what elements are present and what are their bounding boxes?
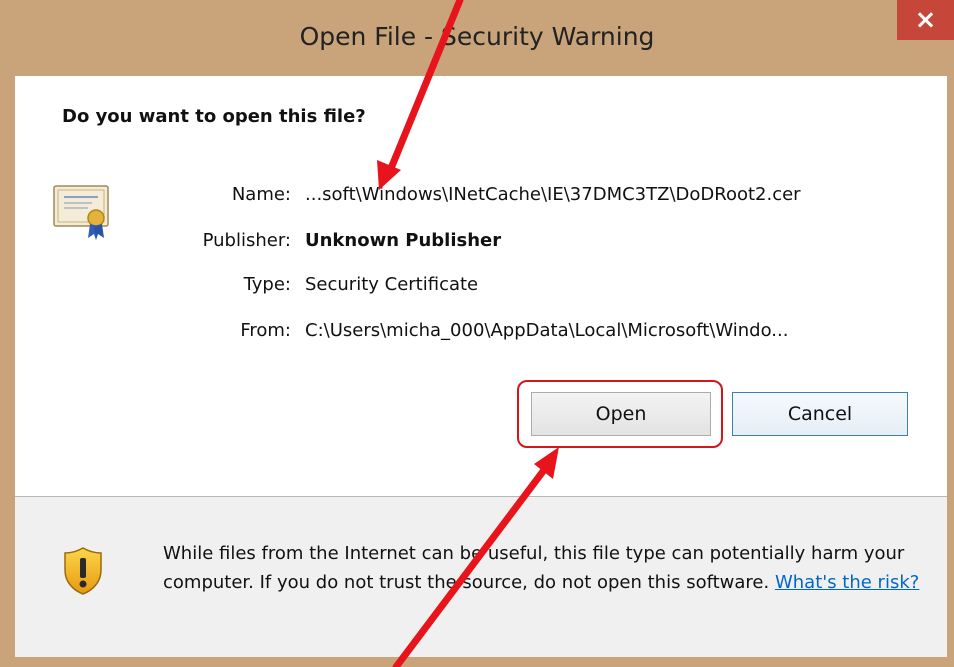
warning-message: While files from the Internet can be use… xyxy=(163,539,923,597)
security-warning-window: Open File - Security Warning × Do you wa… xyxy=(0,0,954,667)
close-button[interactable]: × xyxy=(897,0,954,40)
warning-footer: While files from the Internet can be use… xyxy=(15,497,947,657)
from-value: C:\Users\micha_000\AppData\Local\Microso… xyxy=(305,320,789,341)
cancel-button[interactable]: Cancel xyxy=(732,392,908,436)
dialog-question: Do you want to open this file? xyxy=(62,106,366,127)
window-title: Open File - Security Warning xyxy=(299,22,655,51)
open-button[interactable]: Open xyxy=(531,392,711,436)
type-label: Type: xyxy=(243,274,291,295)
name-value: ...soft\Windows\INetCache\IE\37DMC3TZ\Do… xyxy=(305,184,801,205)
close-icon: × xyxy=(914,5,937,35)
certificate-icon xyxy=(53,185,109,240)
shield-warning-icon xyxy=(64,547,102,595)
from-label: From: xyxy=(240,320,291,341)
name-label: Name: xyxy=(231,184,291,205)
publisher-value: Unknown Publisher xyxy=(305,230,502,251)
whats-the-risk-link[interactable]: What's the risk? xyxy=(775,572,919,593)
type-value: Security Certificate xyxy=(305,274,479,295)
publisher-label: Publisher: xyxy=(202,230,291,251)
dialog-content: Do you want to open this file? Name: ...… xyxy=(15,76,947,657)
title-bar[interactable]: Open File - Security Warning × xyxy=(0,0,954,76)
